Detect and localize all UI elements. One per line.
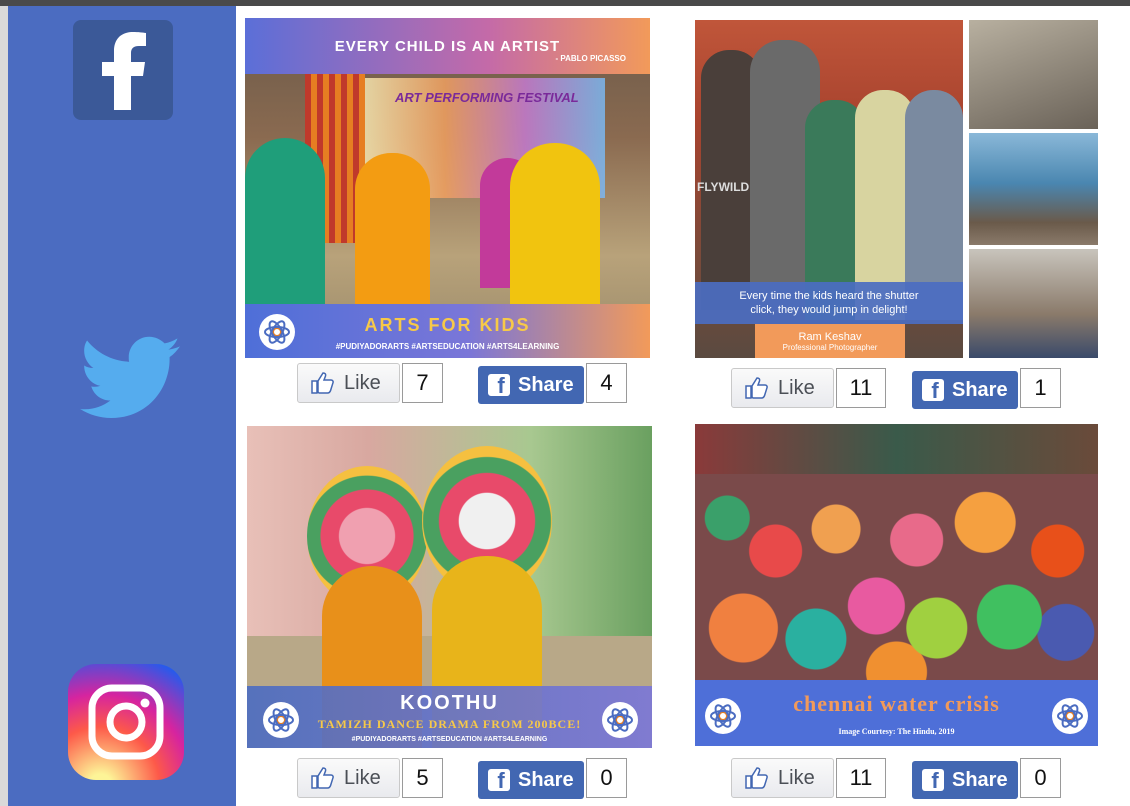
like-button[interactable]: Like xyxy=(731,368,834,408)
left-edge-strip xyxy=(0,6,8,806)
image-credit: Image Courtesy: The Hindu, 2019 xyxy=(838,726,955,736)
share-count: 0 xyxy=(1020,758,1061,798)
thumbs-up-icon xyxy=(745,767,768,789)
shirt-text: FLYWILD xyxy=(697,180,750,194)
share-button[interactable]: f Share xyxy=(478,761,584,799)
quote-text: EVERY CHILD IS AN ARTIST xyxy=(334,37,561,55)
like-button[interactable]: Like xyxy=(731,758,834,798)
brand-logo xyxy=(602,702,638,738)
dancer-4 xyxy=(510,143,600,313)
facebook-f-glyph xyxy=(102,32,146,110)
share-count: 1 xyxy=(1020,368,1061,408)
collage-photo-top xyxy=(969,20,1098,129)
title-banner: ARTS FOR KIDS #PUDIYADORARTS #ARTSEDUCAT… xyxy=(245,304,650,358)
like-count: 11 xyxy=(836,758,886,798)
title-banner: chennai water crisis Image Courtesy: The… xyxy=(695,680,1098,746)
like-button[interactable]: Like xyxy=(297,758,400,798)
like-label: Like xyxy=(778,766,815,789)
share-label: Share xyxy=(518,768,574,791)
hashtags: #PUDIYADORARTS #ARTSEDUCATION #ARTS4LEAR… xyxy=(335,342,560,351)
share-label: Share xyxy=(518,373,574,396)
photo-caption: Every time the kids heard the shutter cl… xyxy=(739,290,919,316)
like-count: 7 xyxy=(402,363,443,403)
stage-sign: ART PERFORMING FESTIVAL xyxy=(395,90,579,105)
twitter-icon[interactable] xyxy=(78,330,182,426)
like-label: Like xyxy=(778,376,815,399)
post-title: KOOTHU xyxy=(400,691,499,714)
facebook-icon: f xyxy=(488,769,510,791)
share-count: 0 xyxy=(586,758,627,798)
post-subtitle: TAMIZH DANCE DRAMA FROM 200BCE! xyxy=(317,716,582,731)
share-label: Share xyxy=(952,768,1008,791)
twitter-bird-glyph xyxy=(80,336,180,418)
post-title: ARTS FOR KIDS xyxy=(364,315,531,335)
quote-banner: EVERY CHILD IS AN ARTIST - PABLO PICASSO xyxy=(245,18,650,74)
photographer-role: Professional Photographer xyxy=(782,342,878,352)
facebook-icon: f xyxy=(488,374,510,396)
post-image-water-crisis[interactable]: chennai water crisis Image Courtesy: The… xyxy=(695,424,1098,746)
post-title: chennai water crisis xyxy=(793,690,1000,716)
like-count: 11 xyxy=(836,368,886,408)
instagram-icon[interactable] xyxy=(68,664,184,780)
facebook-icon: f xyxy=(922,769,944,791)
facebook-icon: f xyxy=(922,379,944,401)
share-button[interactable]: f Share xyxy=(478,366,584,404)
water-pots xyxy=(695,474,1098,694)
dancer-2 xyxy=(355,153,430,313)
share-count: 4 xyxy=(586,363,627,403)
instagram-camera-glyph xyxy=(88,684,164,760)
share-button[interactable]: f Share xyxy=(912,761,1018,799)
brand-logo xyxy=(705,698,741,734)
like-button[interactable]: Like xyxy=(297,363,400,403)
thumbs-up-icon xyxy=(745,377,768,399)
brand-logo xyxy=(263,702,299,738)
thumbs-up-icon xyxy=(311,767,334,789)
collage-photo-sea xyxy=(969,133,1098,245)
thumbs-up-icon xyxy=(311,372,334,394)
like-label: Like xyxy=(344,371,381,394)
post-image-arts-for-kids[interactable]: ART PERFORMING FESTIVAL EVERY CHILD IS A… xyxy=(245,18,650,358)
brand-logo xyxy=(1052,698,1088,734)
credit-banner: Ram Keshav Professional Photographer xyxy=(755,324,905,358)
share-button[interactable]: f Share xyxy=(912,371,1018,409)
facebook-icon[interactable] xyxy=(73,20,173,120)
quote-author: - PABLO PICASSO xyxy=(555,54,626,63)
share-label: Share xyxy=(952,378,1008,401)
caption-banner: Every time the kids heard the shutter cl… xyxy=(695,282,963,324)
like-count: 5 xyxy=(402,758,443,798)
brand-logo xyxy=(259,314,295,350)
dancer-1 xyxy=(245,138,325,313)
photographer-name: Ram Keshav xyxy=(798,330,862,343)
hashtags: #PUDIYADORARTS #ARTSEDUCATION #ARTS4LEAR… xyxy=(351,735,548,743)
title-banner: KOOTHU TAMIZH DANCE DRAMA FROM 200BCE! #… xyxy=(247,686,652,748)
post-image-koothu[interactable]: KOOTHU TAMIZH DANCE DRAMA FROM 200BCE! #… xyxy=(247,426,652,748)
collage-photo-kids xyxy=(969,249,1098,358)
like-label: Like xyxy=(344,766,381,789)
post-image-photographer[interactable]: FLYWILD Every time the kids heard the sh… xyxy=(695,20,963,358)
